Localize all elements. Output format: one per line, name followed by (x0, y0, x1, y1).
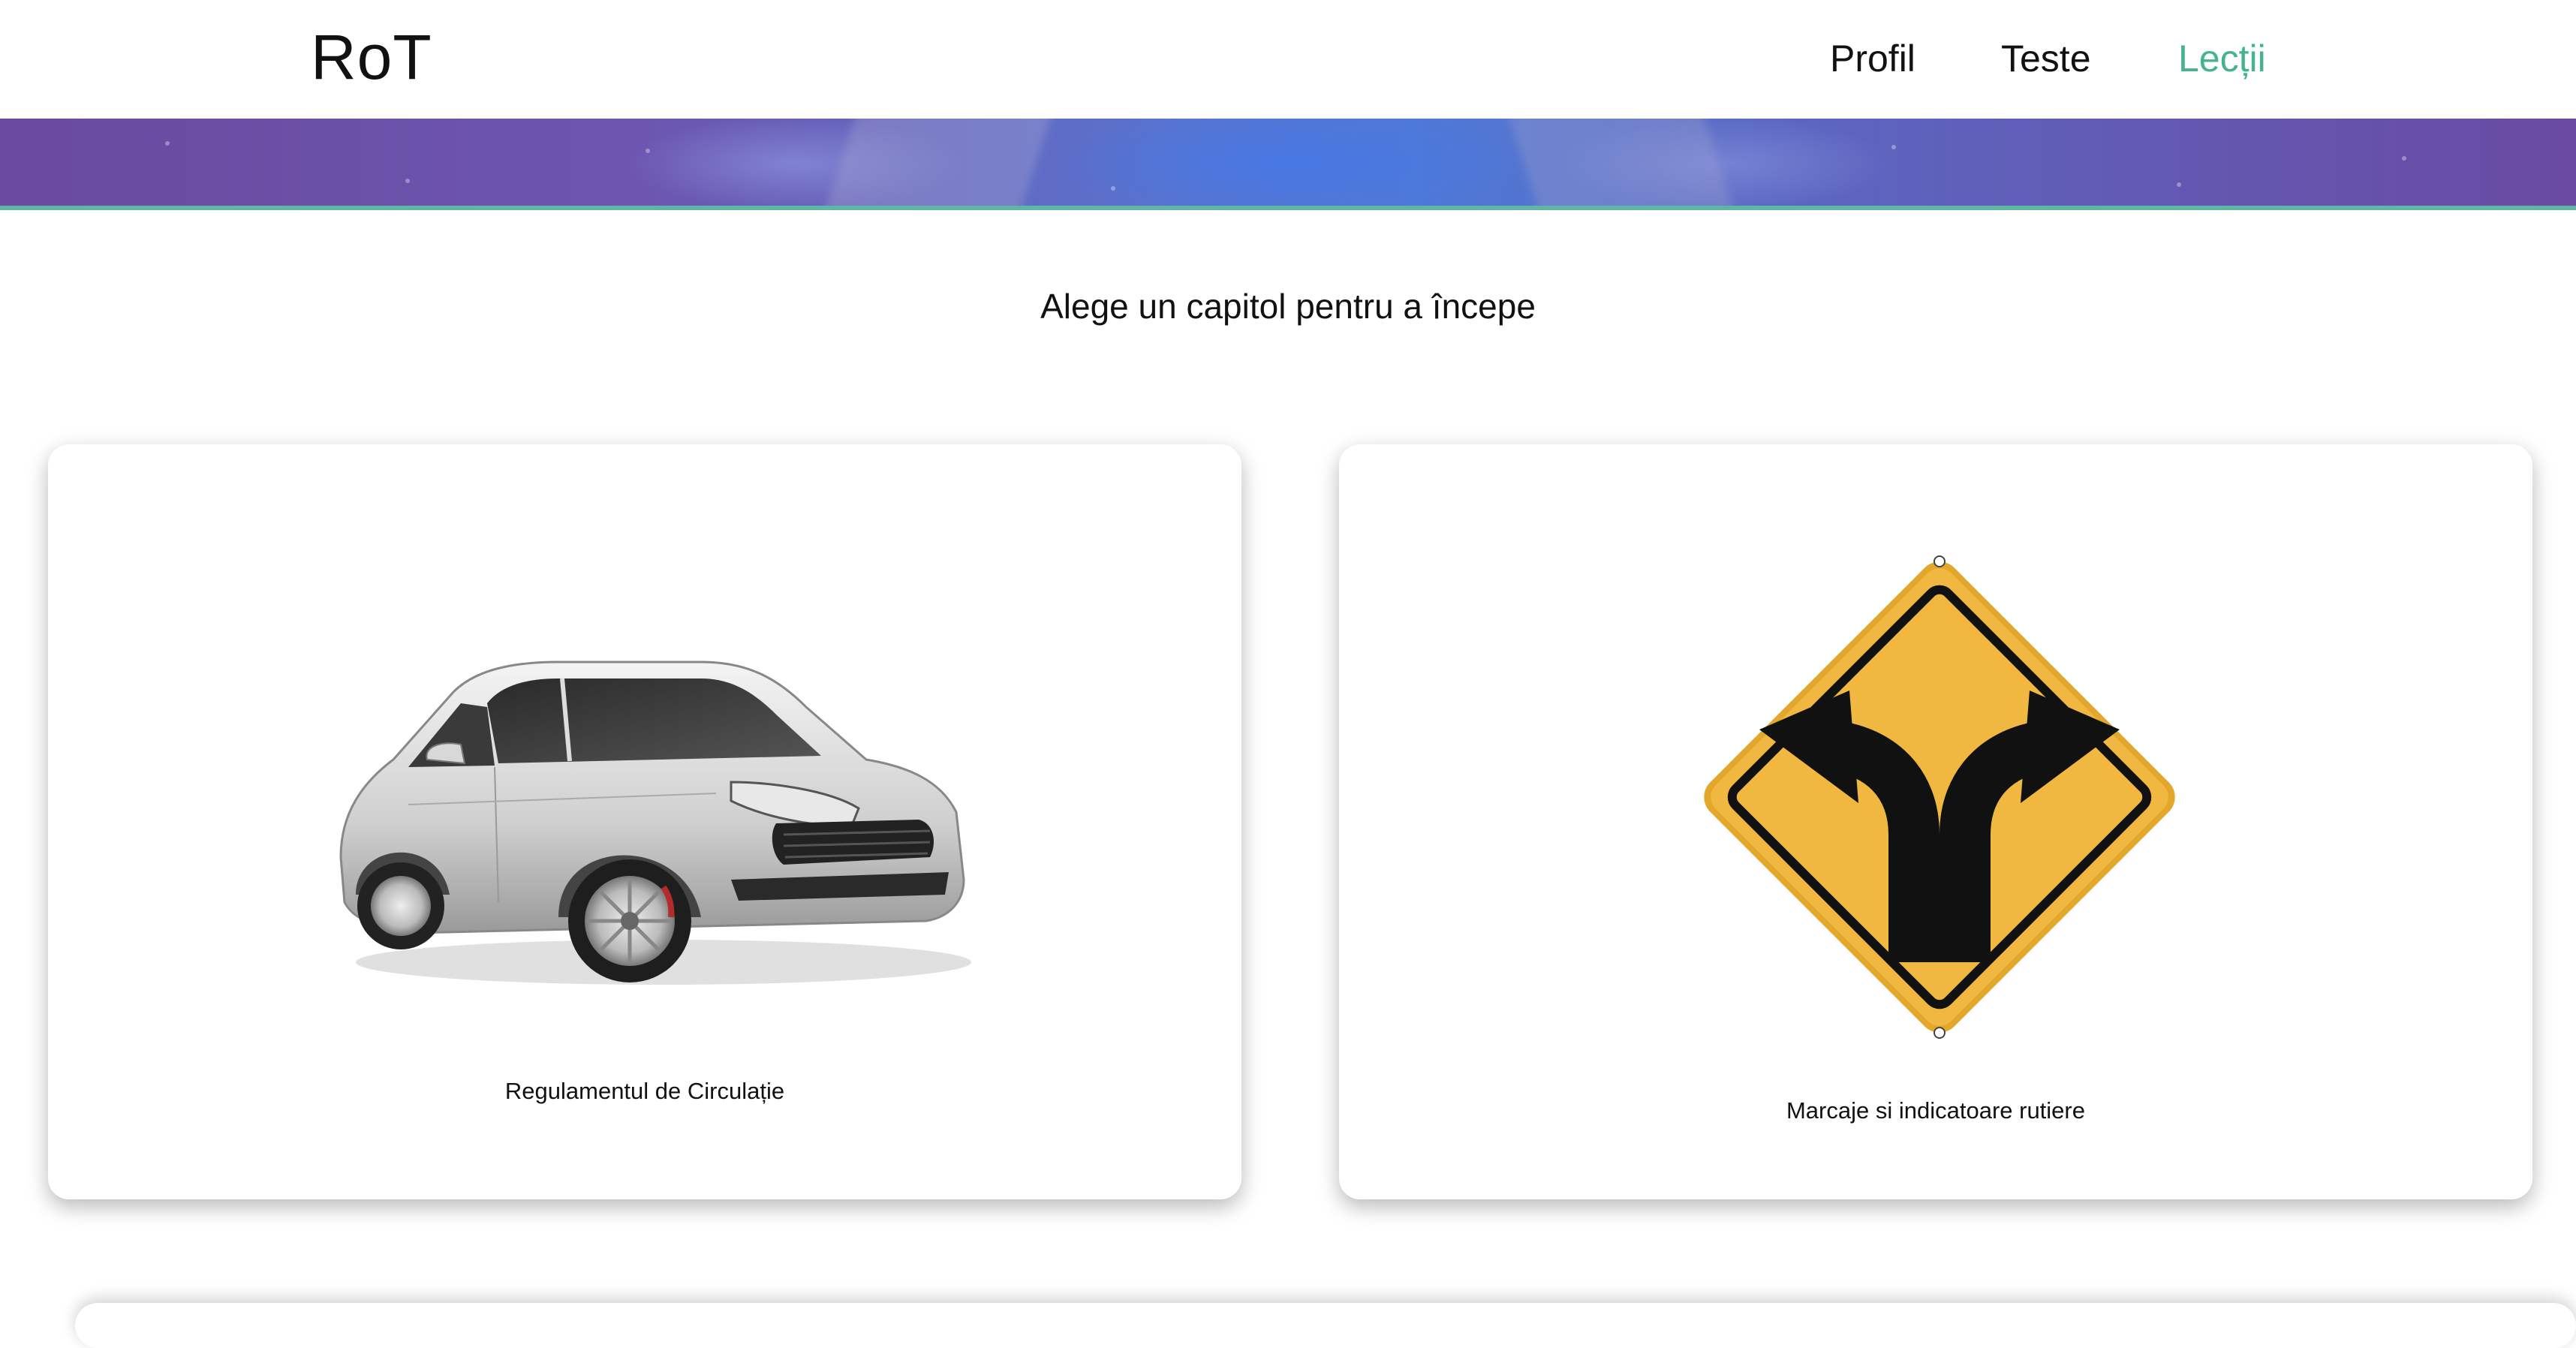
page-subtitle: Alege un capitol pentru a începe (1040, 287, 1536, 326)
chapter-card-regulament[interactable]: Regulamentul de Circulație (48, 444, 1241, 1199)
nav-lectii[interactable]: Lecții (2178, 35, 2266, 83)
app-logo[interactable]: RoT (311, 20, 432, 95)
banner-road-highlight (821, 119, 1055, 209)
banner-road-highlight (1504, 119, 1738, 209)
hero-banner (0, 119, 2576, 209)
nav-profil[interactable]: Profil (1830, 35, 1915, 83)
nav-teste[interactable]: Teste (2001, 35, 2091, 83)
card-label: Marcaje si indicatoare rutiere (1786, 1097, 2085, 1124)
banner-divider (0, 206, 2576, 210)
top-navbar: RoT Profil Teste Lecții (0, 0, 2576, 119)
fork-road-sign-image (1704, 555, 2175, 1039)
chapter-card-marcaje[interactable]: Marcaje si indicatoare rutiere (1339, 444, 2532, 1199)
car-image (339, 660, 971, 985)
bottom-panel-edge (75, 1303, 2576, 1348)
card-label: Regulamentul de Circulație (504, 1078, 785, 1104)
